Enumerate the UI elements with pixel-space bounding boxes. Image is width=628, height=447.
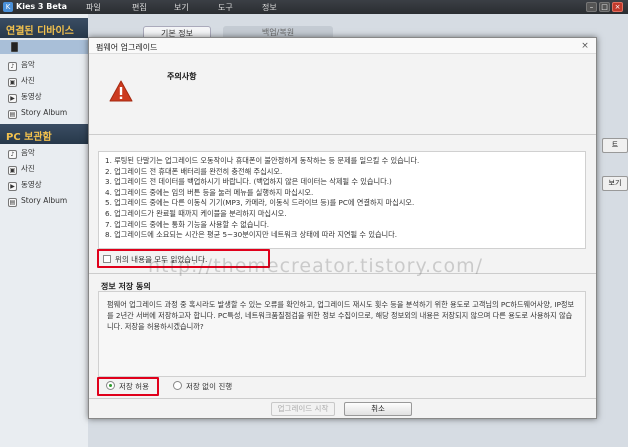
- menu-view[interactable]: 보기: [174, 2, 189, 13]
- notice-item: 5. 업그레이드 중에는 다른 이동식 기기(MP3, 카메라, 이동식 드라이…: [105, 198, 415, 208]
- notice-list: 1. 루팅된 단말기는 업그레이드 오동작이나 휴대폰이 불안정하게 동작하는 …: [98, 151, 586, 249]
- album-icon: ▤: [8, 198, 17, 207]
- divider: [89, 398, 596, 399]
- photo-icon: ▣: [8, 166, 17, 175]
- connected-devices-header: 연결된 디바이스: [0, 18, 88, 38]
- close-window-button[interactable]: ×: [612, 2, 623, 12]
- sidebar-item-device-story-album[interactable]: ▤ Story Album: [8, 107, 67, 119]
- sidebar-item-pc-photo[interactable]: ▣ 사진: [8, 163, 35, 175]
- menu-info[interactable]: 정보: [262, 2, 277, 13]
- highlight-box-allow-save: [97, 377, 159, 396]
- watermark: http://themecreator.tistory.com/: [148, 255, 484, 277]
- proceed-without-save-radio[interactable]: [173, 381, 182, 390]
- notice-item: 7. 업그레이드 중에는 통화 기능을 사용할 수 없습니다.: [105, 219, 269, 229]
- firmware-upgrade-dialog: 펌웨어 업그레이드 × 주의사항 1. 루팅된 단말기는 업그레이드 오동작이나…: [88, 37, 597, 419]
- menu-file[interactable]: 파일: [86, 2, 101, 13]
- proceed-without-save-option[interactable]: 저장 없이 진행: [173, 381, 232, 393]
- cancel-button[interactable]: 취소: [344, 402, 412, 416]
- video-icon: ▶: [8, 94, 17, 103]
- pc-library-header: PC 보관함: [0, 124, 88, 144]
- maximize-button[interactable]: □: [599, 2, 610, 12]
- caution-title: 주의사항: [167, 72, 197, 81]
- sidebar-item-pc-music[interactable]: ♪ 음악: [8, 147, 35, 159]
- music-icon: ♪: [8, 150, 17, 159]
- upgrade-start-button[interactable]: 업그레이드 시작: [271, 402, 335, 416]
- album-icon: ▤: [8, 110, 17, 119]
- right-button-1[interactable]: 트: [602, 138, 628, 153]
- sidebar: 연결된 디바이스 ♪ 음악 ▣ 사진 ▶ 동영상 ▤ Story Album PC 보관…: [0, 14, 88, 447]
- proceed-without-save-label: 저장 없이 진행: [186, 382, 233, 391]
- minimize-button[interactable]: –: [586, 2, 597, 12]
- app-title: Kies 3 Beta: [16, 2, 68, 11]
- notice-item: 1. 루팅된 단말기는 업그레이드 오동작이나 휴대폰이 불안정하게 동작하는 …: [105, 156, 420, 165]
- divider: [89, 134, 596, 135]
- right-button-view[interactable]: 보기: [602, 176, 628, 191]
- notice-item: 3. 업그레이드 전 데이터를 백업하시기 바랍니다. (백업하지 않은 데이터…: [105, 177, 392, 187]
- kies-logo-icon: K: [3, 2, 13, 12]
- title-bar: K Kies 3 Beta 파일 편집 보기 도구 정보 – □ ×: [0, 0, 628, 14]
- notice-item: 2. 업그레이드 전 휴대폰 배터리를 완전히 충전해 주십시오.: [105, 166, 283, 176]
- sidebar-item-device-photo[interactable]: ▣ 사진: [8, 75, 35, 87]
- consent-box: 펌웨어 업그레이드 과정 중 혹시라도 발생할 수 있는 오류를 확인하고, 업…: [98, 291, 586, 377]
- sidebar-item-pc-story-album[interactable]: ▤ Story Album: [8, 195, 67, 207]
- sidebar-item-pc-video[interactable]: ▶ 동영상: [8, 179, 42, 191]
- sidebar-item-device-video[interactable]: ▶ 동영상: [8, 91, 42, 103]
- consent-text: 펌웨어 업그레이드 과정 중 혹시라도 발생할 수 있는 오류를 확인하고, 업…: [107, 300, 575, 331]
- menu-tools[interactable]: 도구: [218, 2, 233, 13]
- menu-edit[interactable]: 편집: [132, 2, 147, 13]
- phone-icon: [11, 42, 18, 52]
- dialog-title: 펌웨어 업그레이드: [89, 38, 596, 54]
- notice-item: 4. 업그레이드 중에는 임의 버튼 등을 눌러 메뉴를 실행하지 마십시오.: [105, 187, 314, 197]
- sidebar-item-device-music[interactable]: ♪ 음악: [8, 59, 35, 71]
- notice-item: 6. 업그레이드가 완료될 때까지 케이블을 분리하지 마십시오.: [105, 208, 287, 218]
- warning-icon: [109, 80, 133, 102]
- dialog-close-button[interactable]: ×: [579, 40, 591, 52]
- photo-icon: ▣: [8, 78, 17, 87]
- music-icon: ♪: [8, 62, 17, 71]
- video-icon: ▶: [8, 182, 17, 191]
- notice-item: 8. 업그레이드에 소요되는 시간은 평균 5~30분이지만 네트워크 상태에 …: [105, 230, 398, 240]
